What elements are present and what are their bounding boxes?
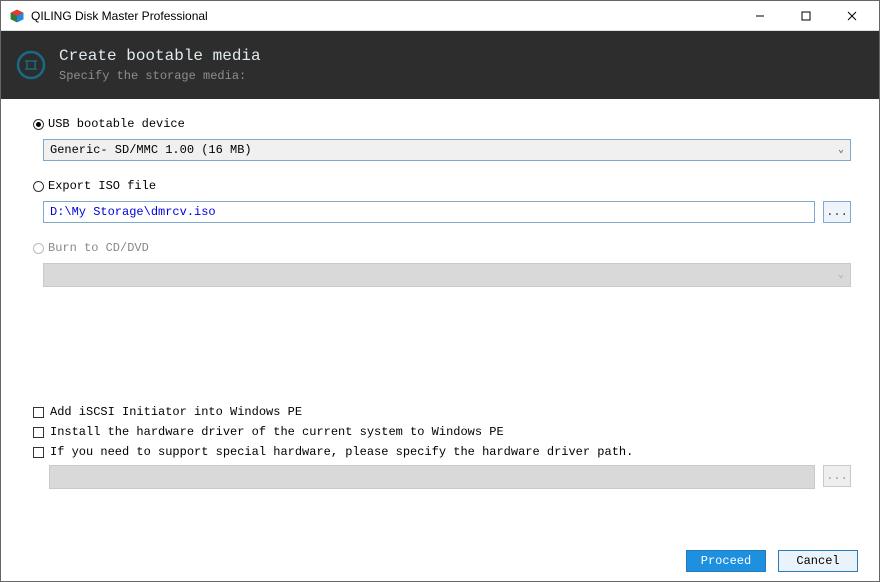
usb-device-value: Generic- SD/MMC 1.00 (16 MB) <box>50 143 252 157</box>
radio-iso-label: Export ISO file <box>48 179 156 193</box>
maximize-button[interactable] <box>783 1 829 31</box>
content-area: USB bootable device Generic- SD/MMC 1.00… <box>1 99 879 489</box>
radio-cd-label: Burn to CD/DVD <box>48 241 149 255</box>
radio-cd: Burn to CD/DVD <box>33 241 847 255</box>
page-header: Create bootable media Specify the storag… <box>1 31 879 99</box>
checkbox-icon <box>33 427 44 438</box>
check-driver-current[interactable]: Install the hardware driver of the curre… <box>33 425 847 439</box>
bootable-media-icon <box>15 49 47 81</box>
radio-icon <box>33 119 44 130</box>
page-title: Create bootable media <box>59 47 261 65</box>
window-title: QILING Disk Master Professional <box>31 9 208 23</box>
check-driver-path[interactable]: If you need to support special hardware,… <box>33 445 847 459</box>
checkbox-icon <box>33 447 44 458</box>
iso-path-input[interactable]: D:\My Storage\dmrcv.iso <box>43 201 815 223</box>
driver-path-browse-button: ... <box>823 465 851 487</box>
check-driver-path-label: If you need to support special hardware,… <box>50 445 633 459</box>
app-logo-icon <box>9 8 25 24</box>
radio-icon <box>33 243 44 254</box>
radio-usb-label: USB bootable device <box>48 117 185 131</box>
chevron-down-icon: ⌄ <box>838 269 844 281</box>
check-driver-current-label: Install the hardware driver of the curre… <box>50 425 504 439</box>
chevron-down-icon: ⌄ <box>838 144 844 156</box>
radio-iso[interactable]: Export ISO file <box>33 179 847 193</box>
radio-icon <box>33 181 44 192</box>
iso-browse-button[interactable]: ... <box>823 201 851 223</box>
checkbox-icon <box>33 407 44 418</box>
titlebar: QILING Disk Master Professional <box>1 1 879 31</box>
radio-usb[interactable]: USB bootable device <box>33 117 847 131</box>
footer: Proceed Cancel <box>686 550 858 572</box>
driver-path-input <box>49 465 815 489</box>
check-iscsi-label: Add iSCSI Initiator into Windows PE <box>50 405 302 419</box>
check-iscsi[interactable]: Add iSCSI Initiator into Windows PE <box>33 405 847 419</box>
minimize-button[interactable] <box>737 1 783 31</box>
page-subtitle: Specify the storage media: <box>59 69 261 83</box>
proceed-button[interactable]: Proceed <box>686 550 766 572</box>
cancel-button[interactable]: Cancel <box>778 550 858 572</box>
usb-device-select[interactable]: Generic- SD/MMC 1.00 (16 MB) ⌄ <box>43 139 851 161</box>
close-button[interactable] <box>829 1 875 31</box>
cd-device-select: ⌄ <box>43 263 851 287</box>
iso-path-value: D:\My Storage\dmrcv.iso <box>50 205 216 219</box>
